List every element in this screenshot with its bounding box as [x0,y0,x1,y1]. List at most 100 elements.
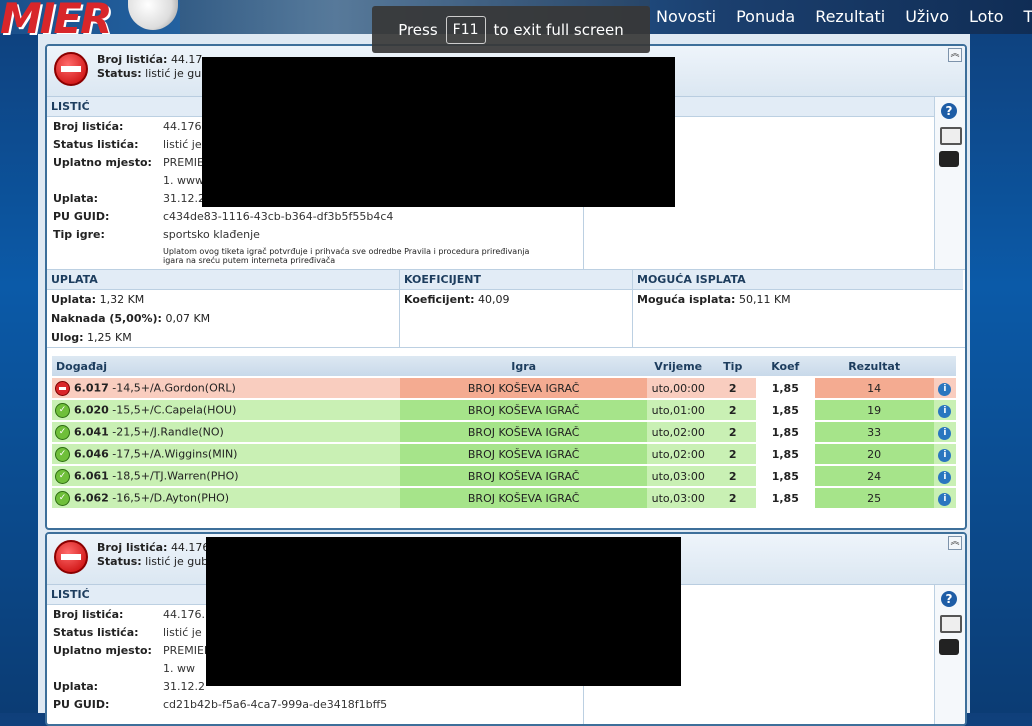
info-icon[interactable]: i [938,404,952,418]
info-icon[interactable]: i [938,470,952,484]
uplata-section: UPLATA Uplata: 1,32 KM Naknada (5,00%): … [47,270,400,347]
col-rezultat: Rezultat [814,356,934,376]
info-icon[interactable]: i [938,492,952,506]
event-rezultat: 33 [814,422,934,442]
event-vrijeme: uto,02:00 [646,422,710,442]
koeficijent-label: Koeficijent: [404,293,475,306]
detail-value: sportsko klađenje [163,227,260,241]
event-id: 6.041 [74,425,109,438]
collapse-button[interactable]: ︽ [948,536,962,550]
detail-value: PREMIEI [163,643,208,657]
event-info-cell: i [933,422,956,442]
event-info-cell: i [933,466,956,486]
event-desc: -14,5+/A.Gordon(ORL) [112,381,236,394]
event-igra: BROJ KOŠEVA IGRAČ [400,444,647,464]
detail-value: PREMIE [163,155,204,169]
nav-loto[interactable]: Loto [969,7,1003,26]
collapse-button[interactable]: ︽ [948,48,962,62]
event-igra: BROJ KOŠEVA IGRAČ [400,466,647,486]
lost-icon [55,380,70,396]
detail-value: 31.12.2 [163,191,205,205]
naknada-value: 0,07 KM [165,312,211,325]
detail-label: PU GUID: [53,209,110,223]
event-igra: BROJ KOŠEVA IGRAČ [400,400,647,420]
mask-icon[interactable] [939,639,959,655]
detail-label: Uplatno mjesto: [53,155,152,169]
check-icon: ✓ [55,490,70,506]
col-info [933,356,956,376]
nav-rezultati[interactable]: Rezultati [815,7,885,26]
event-desc: -18,5+/TJ.Warren(PHO) [112,469,239,482]
detail-value: cd21b42b-f5a6-4ca7-999a-de3418f1bff5 [163,697,388,711]
detail-value: c434de83-1116-43cb-b364-df3b5f55b4c4 [163,209,394,223]
event-desc: -16,5+/D.Ayton(PHO) [112,491,230,504]
info-icon[interactable]: i [938,382,952,396]
lost-status-icon [54,540,88,574]
event-tip: 2 [709,444,756,464]
event-koef: 1,85 [755,422,815,442]
event-id: 6.061 [74,469,109,482]
moguca-label: Moguća isplata: [637,293,736,306]
check-icon: ✓ [55,468,70,484]
nav-novosti[interactable]: Novosti [656,7,716,26]
nav-ponuda[interactable]: Ponuda [736,7,795,26]
info-icon[interactable]: i [938,426,952,440]
moguca-section: MOGUĆA ISPLATA Moguća isplata: 50,11 KM [633,270,963,347]
redacted-block [206,537,681,686]
help-icon[interactable]: ? [941,591,957,607]
col-vrijeme: Vrijeme [646,356,710,376]
ulog-label: Ulog: [51,331,84,344]
event-tip: 2 [709,378,756,398]
event-rezultat: 24 [814,466,934,486]
event-rezultat: 25 [814,488,934,508]
event-id: 6.020 [74,403,109,416]
event-cell: 6.017 -14,5+/A.Gordon(ORL) [52,378,401,398]
event-koef: 1,85 [755,488,815,508]
event-info-cell: i [933,378,956,398]
event-id: 6.017 [74,381,109,394]
print-icon[interactable] [940,615,962,633]
event-tip: 2 [709,466,756,486]
koeficijent-section: KOEFICIJENT Koeficijent: 40,09 [400,270,633,347]
detail-label: Broj listića: [53,119,124,133]
action-icons: ? [934,585,965,724]
help-icon[interactable]: ? [941,103,957,119]
ticket-number-label: Broj listića: [97,53,168,66]
detail-value: 31.12.2 [163,679,205,693]
mask-icon[interactable] [939,151,959,167]
uplata-value: 1,32 KM [99,293,145,306]
event-rezultat: 14 [814,378,934,398]
event-row: ✓ 6.020 -15,5+/C.Capela(HOU) BROJ KOŠEVA I… [52,400,956,420]
section-title: KOEFICIJENT [400,270,632,290]
col-tip: Tip [709,356,756,376]
naknada-label: Naknada (5,00%): [51,312,162,325]
redacted-block [202,57,675,207]
event-igra: BROJ KOŠEVA IGRAČ [400,422,647,442]
event-cell: ✓ 6.061 -18,5+/TJ.Warren(PHO) [52,466,401,486]
detail-value: listić je [163,625,202,639]
f11-key: F11 [445,15,486,44]
ticket-status: listić je gub [145,67,209,80]
detail-label: Uplatno mjesto: [53,643,152,657]
col-dogadaj: Događaj [52,356,401,376]
events-table: Događaj Igra Vrijeme Tip Koef Rezultat 6… [52,354,956,510]
detail-label: Status listića: [53,625,139,639]
print-icon[interactable] [940,127,962,145]
event-vrijeme: uto,03:00 [646,488,710,508]
uplata-label: Uplata: [51,293,97,306]
col-koef: Koef [755,356,815,376]
col-igra: Igra [400,356,647,376]
payment-section: UPLATA Uplata: 1,32 KM Naknada (5,00%): … [47,269,965,348]
info-icon[interactable]: i [938,448,952,462]
ticket-status-label: Status: [97,67,142,80]
event-info-cell: i [933,400,956,420]
detail-row: Tip igre: sportsko klađenje [47,225,583,243]
ticket-number: 44.176 [170,541,210,554]
nav-uzivo[interactable]: Uživo [905,7,949,26]
ticket-number-label: Broj listića: [97,541,168,554]
event-vrijeme: uto,02:00 [646,444,710,464]
lost-status-icon [54,52,88,86]
detail-label: Tip igre: [53,227,105,241]
nav-ttx[interactable]: TTX [1024,7,1032,26]
football-logo-icon [128,0,178,30]
